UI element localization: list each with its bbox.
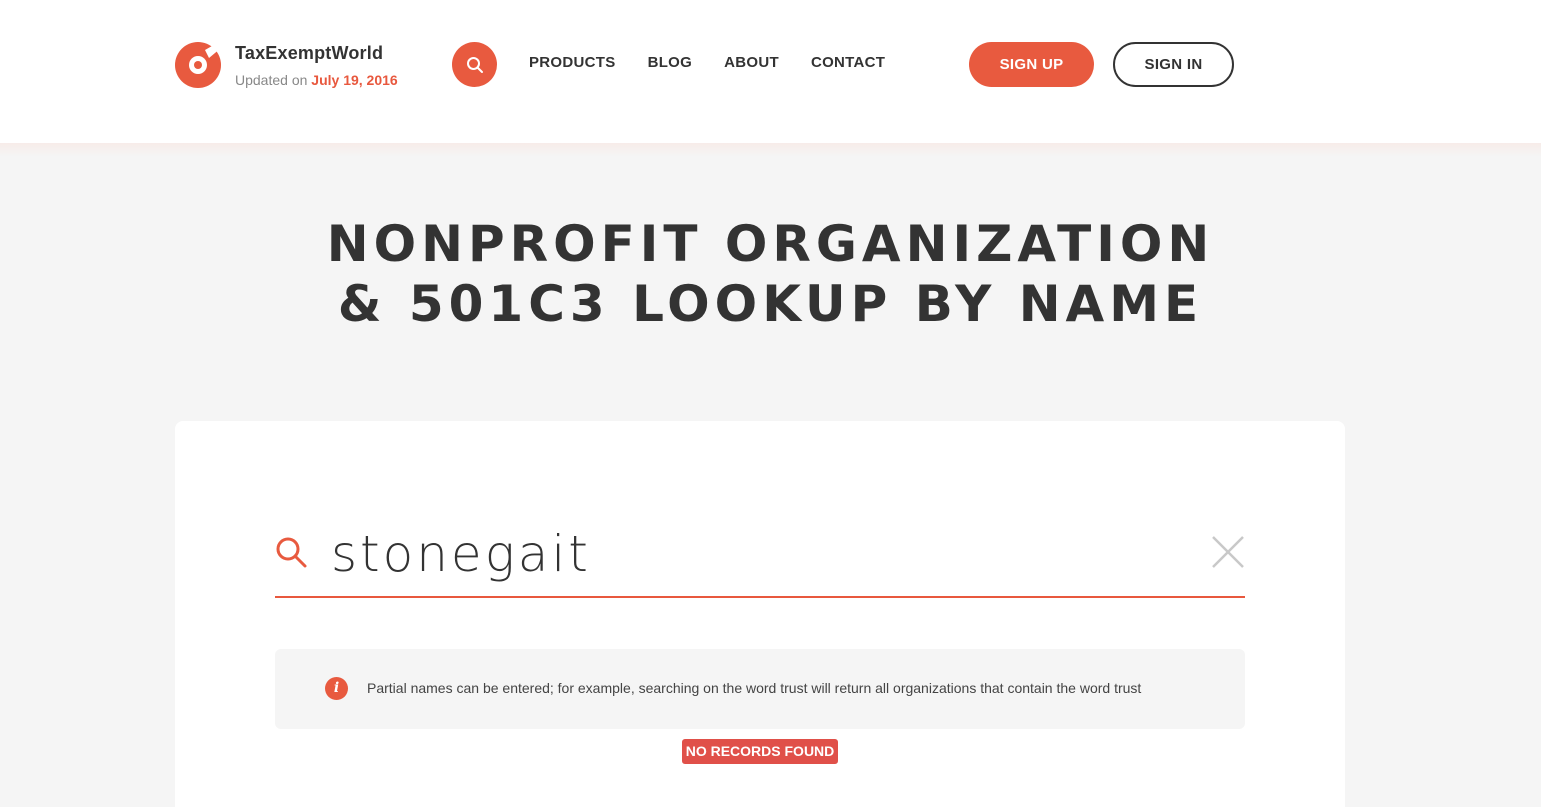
site-header: TaxExemptWorld Updated on July 19, 2016 …	[0, 0, 1541, 143]
updated-prefix: Updated on	[235, 72, 312, 88]
updated-info: Updated on July 19, 2016	[235, 72, 398, 88]
search-card: i Partial names can be entered; for exam…	[175, 421, 1345, 807]
nav-about[interactable]: ABOUT	[724, 54, 779, 71]
logo-icon[interactable]	[175, 42, 221, 88]
search-bar	[275, 521, 1245, 598]
page-title-line-1: NONPROFIT ORGANIZATION	[326, 215, 1215, 273]
info-icon: i	[325, 677, 348, 700]
info-box: i Partial names can be entered; for exam…	[275, 649, 1245, 729]
brand-name[interactable]: TaxExemptWorld	[235, 43, 383, 64]
info-text: Partial names can be entered; for exampl…	[367, 680, 1142, 696]
page-title: NONPROFIT ORGANIZATION & 501C3 LOOKUP BY…	[0, 214, 1541, 334]
main-nav: PRODUCTS BLOG ABOUT CONTACT	[529, 54, 885, 71]
nav-products[interactable]: PRODUCTS	[529, 54, 616, 71]
search-icon	[276, 537, 307, 568]
header-search-button[interactable]	[452, 42, 497, 87]
nav-blog[interactable]: BLOG	[648, 54, 693, 71]
search-icon	[466, 56, 483, 73]
status-badge: NO RECORDS FOUND	[682, 739, 838, 764]
updated-date: July 19, 2016	[311, 72, 398, 88]
header-shadow	[0, 143, 1541, 157]
sign-in-button[interactable]: SIGN IN	[1113, 42, 1234, 87]
page-title-line-2: & 501C3 LOOKUP BY NAME	[337, 275, 1204, 333]
sign-up-button[interactable]: SIGN UP	[969, 42, 1094, 87]
close-icon[interactable]	[1211, 535, 1245, 569]
nav-contact[interactable]: CONTACT	[811, 54, 885, 71]
search-input[interactable]	[331, 521, 1191, 586]
